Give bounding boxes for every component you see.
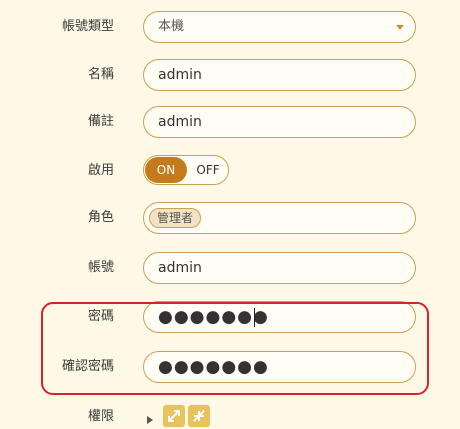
account-row: 帳號 admin [0, 248, 460, 288]
account-type-label: 帳號類型 [61, 19, 114, 34]
enabled-row: 啟用 ON OFF [0, 151, 460, 191]
confirm-password-row: 確認密碼 ●●●●●●● [0, 347, 460, 387]
role-multiselect[interactable]: 管理者 [143, 202, 416, 234]
account-type-value: 本機 [158, 19, 185, 34]
confirm-password-input[interactable]: ●●●●●●● [143, 351, 416, 383]
note-row: 備註 admin [0, 102, 460, 142]
password-mask: ●●●●●●● [158, 307, 269, 327]
role-tag[interactable]: 管理者 [149, 208, 202, 228]
note-value: admin [158, 114, 202, 130]
note-input[interactable]: admin [143, 106, 416, 138]
permissions-label: 權限 [87, 409, 114, 424]
confirm-password-label: 確認密碼 [61, 359, 114, 374]
expand-icon [168, 410, 180, 422]
enabled-toggle[interactable]: ON OFF [143, 155, 229, 185]
account-value: admin [158, 260, 202, 276]
name-label: 名稱 [87, 67, 114, 82]
name-row: 名稱 admin [0, 55, 460, 95]
role-label: 角色 [87, 210, 114, 225]
name-value: admin [158, 67, 202, 83]
account-type-select[interactable]: 本機 [143, 11, 416, 43]
password-input[interactable]: ●●●●●●● [143, 301, 416, 333]
confirm-password-mask: ●●●●●●● [158, 357, 269, 377]
password-row: 密碼 ●●●●●●● [0, 297, 460, 337]
enabled-label: 啟用 [87, 163, 114, 178]
role-row: 角色 管理者 [0, 198, 460, 238]
password-label: 密碼 [87, 309, 114, 324]
expand-all-button[interactable] [163, 405, 185, 427]
text-cursor [254, 308, 255, 327]
account-type-row: 帳號類型 本機 [0, 7, 460, 47]
note-label: 備註 [87, 114, 114, 129]
chevron-down-icon [396, 25, 404, 30]
toggle-on-option[interactable]: ON [145, 157, 187, 183]
expand-arrow-icon[interactable] [147, 416, 153, 424]
name-input[interactable]: admin [143, 59, 416, 91]
account-input[interactable]: admin [143, 252, 416, 284]
account-label: 帳號 [87, 260, 114, 275]
permissions-row: 權限 [0, 405, 460, 428]
collapse-icon [193, 410, 205, 422]
collapse-all-button[interactable] [188, 405, 210, 427]
toggle-off-option[interactable]: OFF [188, 157, 228, 183]
